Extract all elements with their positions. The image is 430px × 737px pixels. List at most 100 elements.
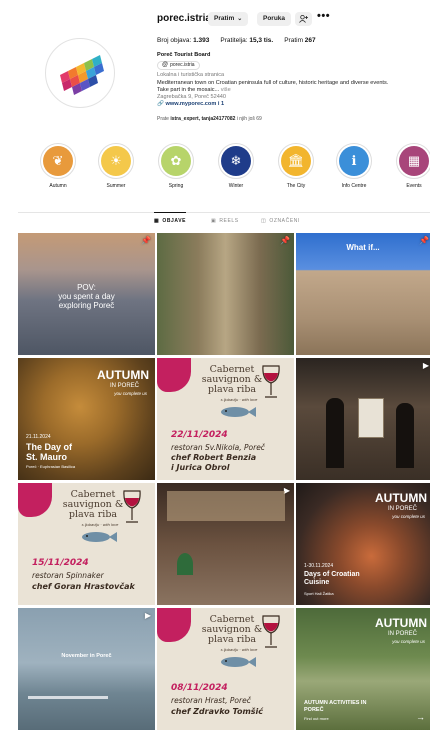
highlight-autumn[interactable]: ❦ Autumn xyxy=(38,143,78,189)
highlight-events[interactable]: ▦ Events xyxy=(394,143,430,189)
event-date: 08/11/2024 xyxy=(171,683,228,693)
highlight-label: Winter xyxy=(228,183,244,189)
wine-title: Cabernet sauvignon & plava riba xyxy=(201,614,263,645)
snowflake-icon: ❄ xyxy=(221,146,251,176)
followed-prefix: Prate xyxy=(157,116,169,122)
easel-board xyxy=(358,398,384,438)
autumn-title: AUTUMN xyxy=(375,491,427,505)
tab-reels[interactable]: ▣ REELS xyxy=(211,218,239,224)
event-date: 22/11/2024 xyxy=(171,430,228,440)
post-pov[interactable]: 📌 POV: you spent a day exploring Poreč xyxy=(18,233,155,355)
profile-tabs: ▦ OBJAVE ▣ REELS ◫ OZNAČENI xyxy=(18,212,430,229)
november-text: November in Poreč xyxy=(61,653,112,659)
highlight-ring: ✿ xyxy=(158,143,194,179)
highlight-label: Autumn xyxy=(49,183,67,189)
chef-name-1: chef Robert Benzia xyxy=(171,453,257,462)
info-icon: ℹ xyxy=(339,146,369,176)
wine-glass-icon xyxy=(123,490,141,523)
post-croatian-cuisine[interactable]: AUTUMN IN POREČ you complete us 1-30.11.… xyxy=(296,483,430,605)
building-icon: 🏛 xyxy=(281,146,311,176)
what-if-text: What if... xyxy=(346,243,380,252)
bio-more-link[interactable]: više xyxy=(221,87,231,93)
event-date: 21.11.2024 xyxy=(26,434,51,440)
post-old-street[interactable]: 📌 xyxy=(157,233,294,355)
post-autumn-activities[interactable]: AUTUMN IN POREČ you complete us AUTUMN A… xyxy=(296,608,430,730)
display-name: Poreč Tourist Board xyxy=(157,52,211,58)
wine-glass-icon xyxy=(262,615,280,648)
restaurant-name: restoran Sv.Nikola, Poreč xyxy=(171,443,265,452)
chevron-down-icon: ⌄ xyxy=(237,16,243,22)
highlight-label: Spring xyxy=(168,183,184,189)
post-what-if[interactable]: 📌 What if... xyxy=(296,233,430,355)
threads-badge[interactable]: @ porec.istria xyxy=(157,61,200,71)
profile-link-row[interactable]: 🔗 www.myporec.com i 1 xyxy=(157,101,422,108)
post-wine-08[interactable]: Cabernet sauvignon & plava riba s ljubav… xyxy=(157,608,294,730)
tab-posts[interactable]: ▦ OBJAVE xyxy=(154,212,187,224)
message-button-label: Poruka xyxy=(263,15,286,22)
wine-glass-icon xyxy=(262,365,280,398)
event-footer: Poreč · Euphrasian Basilica xyxy=(26,464,76,469)
highlight-winter[interactable]: ❄ Winter xyxy=(216,143,256,189)
pinned-icon: 📌 xyxy=(280,236,290,245)
tagged-icon: ◫ xyxy=(261,218,267,224)
highlight-ring: 🏛 xyxy=(278,143,314,179)
following-count[interactable]: Pratim 267 xyxy=(284,37,315,44)
post-reel-event[interactable]: ▶ xyxy=(296,358,430,480)
reel-icon: ▶ xyxy=(422,361,429,370)
followers-label: Pratitelja: xyxy=(220,37,248,44)
reel-icon: ▶ xyxy=(144,611,151,620)
posts-count[interactable]: Broj objava: 1.393 xyxy=(157,37,209,44)
highlight-label: The City xyxy=(286,183,306,189)
bio-line-1: Mediterranean town on Croatian peninsula… xyxy=(157,79,389,86)
profile-link[interactable]: www.myporec.com i 1 xyxy=(166,101,225,107)
profile-avatar[interactable] xyxy=(45,38,115,108)
suggest-user-button[interactable] xyxy=(295,12,312,26)
paint-blot xyxy=(157,358,191,392)
event-date: 1-30.11.2024 xyxy=(304,563,334,569)
followers-value: 15,3 tis. xyxy=(249,37,274,44)
profile-username: porec.istria xyxy=(157,13,211,24)
restaurant-name: restoran Spinnaker xyxy=(32,571,104,580)
calendar-icon: ▦ xyxy=(399,146,429,176)
autumn-script: you complete us xyxy=(114,391,147,396)
event-title-2: St. Mauro xyxy=(26,452,68,462)
highlight-info-centre[interactable]: ℹ Info Centre xyxy=(334,143,374,189)
activities-title: AUTUMN ACTIVITIES IN POREČ xyxy=(304,700,367,713)
post-wine-22[interactable]: Cabernet sauvignon & plava riba s ljubav… xyxy=(157,358,294,480)
followers-count[interactable]: Pratitelja: 15,3 tis. xyxy=(220,37,273,44)
followed-names: istra_expert, tanja24177082 xyxy=(170,116,236,122)
post-restaurant-interior[interactable]: ▶ xyxy=(157,483,294,605)
followed-by[interactable]: Prate istra_expert, tanja24177082 i njih… xyxy=(157,116,262,122)
tab-tagged[interactable]: ◫ OZNAČENI xyxy=(261,218,300,224)
find-out-more: Find out more xyxy=(304,716,329,721)
post-november[interactable]: ▶ November in Poreč xyxy=(18,608,155,730)
tab-tagged-label: OZNAČENI xyxy=(269,218,300,224)
post-wine-15[interactable]: Cabernet sauvignon & plava riba s ljubav… xyxy=(18,483,155,605)
more-options-icon[interactable]: ••• xyxy=(317,10,330,22)
highlight-the-city[interactable]: 🏛 The City xyxy=(276,143,316,189)
follow-button[interactable]: Pratim ⌄ xyxy=(208,12,249,26)
followed-suffix: i njih još 69 xyxy=(236,116,262,122)
profile-header: porec.istria Pratim ⌄ Poruka ••• Broj ob… xyxy=(0,0,430,205)
highlight-spring[interactable]: ✿ Spring xyxy=(156,143,196,189)
chef-name-2: i Jurica Obrol xyxy=(171,463,230,472)
autumn-title: AUTUMN xyxy=(97,368,149,382)
following-label: Pratim xyxy=(284,37,303,44)
highlight-ring: ❄ xyxy=(218,143,254,179)
event-title-1: The Day of xyxy=(26,442,73,452)
profile-bio: Poreč Tourist Board @ porec.istria Lokal… xyxy=(157,52,422,109)
person-silhouette xyxy=(396,403,414,468)
tab-reels-label: REELS xyxy=(219,218,239,224)
window-light xyxy=(167,491,285,521)
post-st-mauro[interactable]: AUTUMN IN POREČ you complete us 21.11.20… xyxy=(18,358,155,480)
following-value: 267 xyxy=(304,37,316,44)
fish-icon xyxy=(82,532,117,542)
event-title-2: Cuisine xyxy=(304,579,330,586)
message-button[interactable]: Poruka xyxy=(257,12,292,26)
autumn-sub: IN POREČ xyxy=(109,383,139,389)
autumn-sub: IN POREČ xyxy=(387,631,417,637)
autumn-sub: IN POREČ xyxy=(387,506,417,512)
profile-stats: Broj objava: 1.393 Pratitelja: 15,3 tis.… xyxy=(157,37,316,44)
fish-icon xyxy=(221,657,256,667)
highlight-summer[interactable]: ☀ Summer xyxy=(96,143,136,189)
